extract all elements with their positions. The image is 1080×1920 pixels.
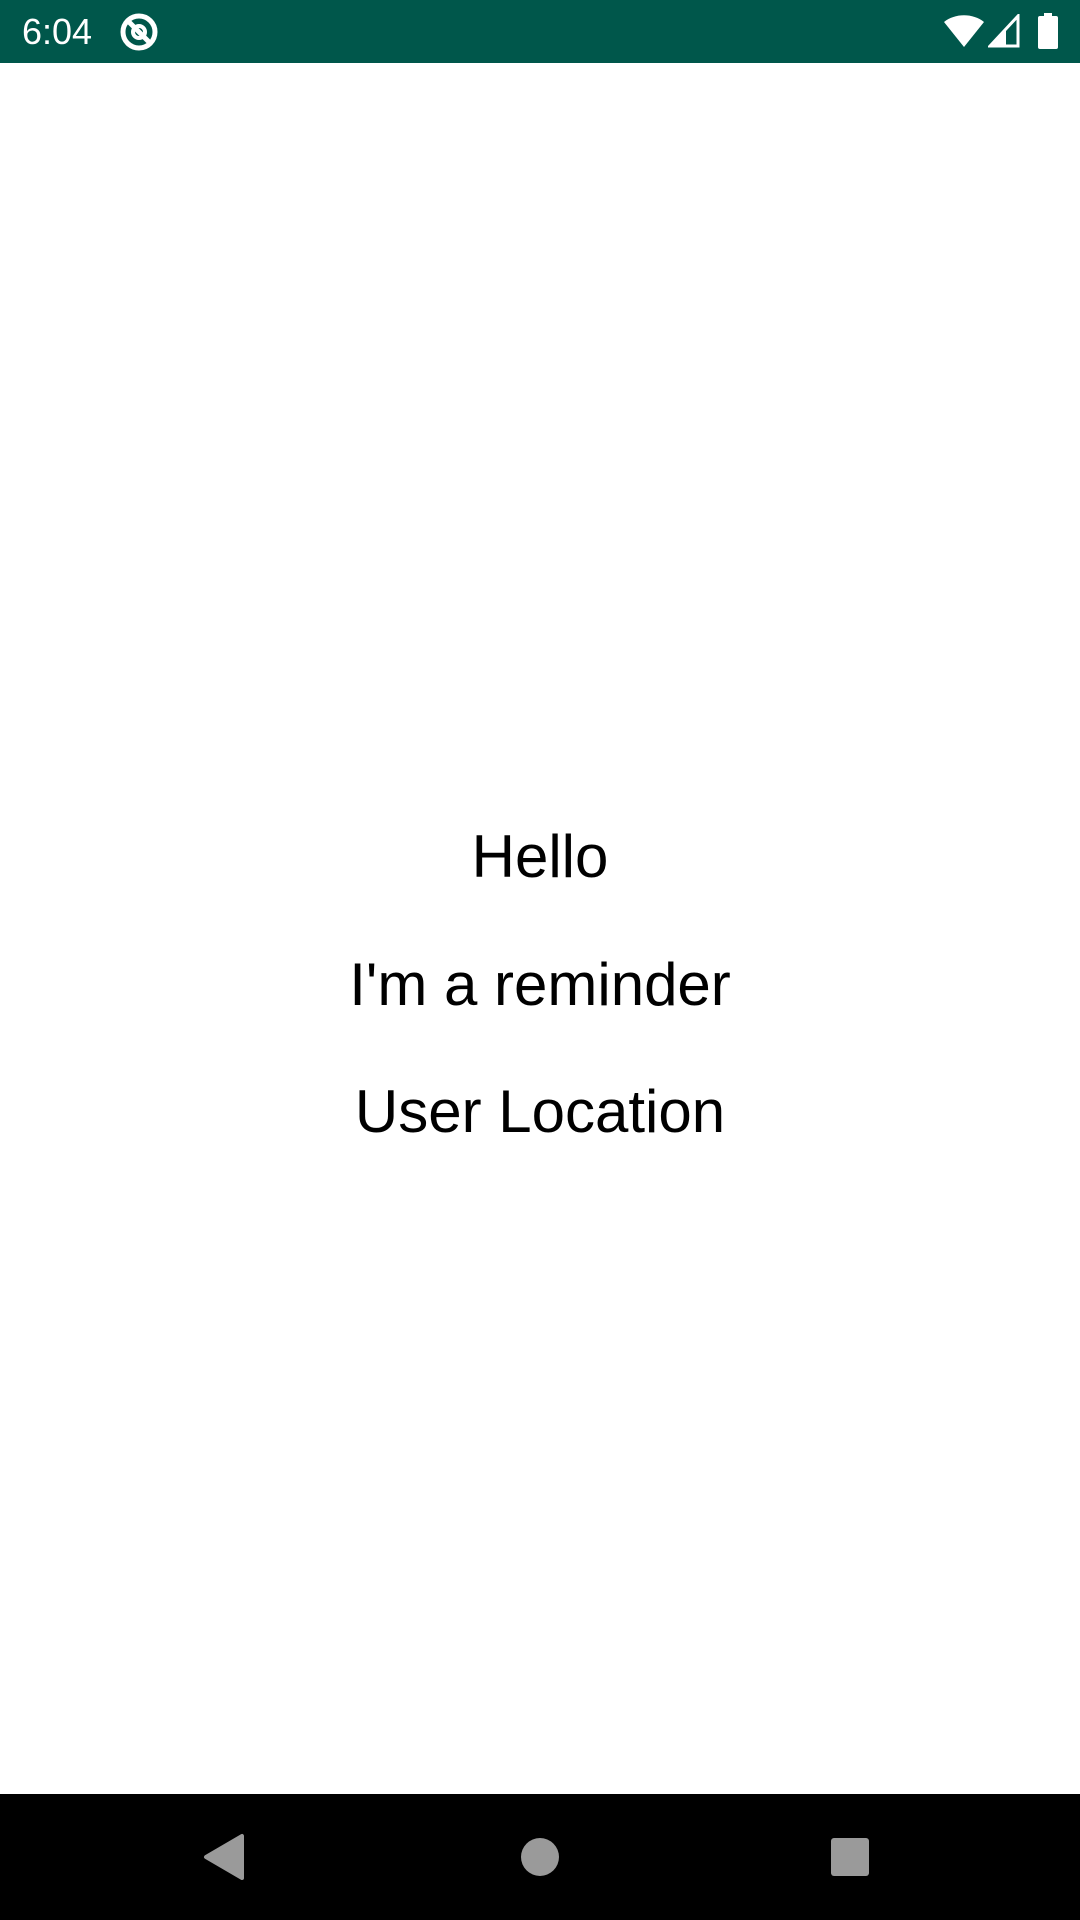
reminder-text: I'm a reminder	[349, 951, 731, 1018]
back-icon[interactable]	[190, 1822, 260, 1892]
wifi-icon	[944, 15, 984, 47]
navigation-bar	[0, 1794, 1080, 1920]
cell-signal-icon	[988, 14, 1020, 48]
notification-app-icon	[120, 13, 158, 51]
screen: 6:04 Hello I'm a reminder User Location	[0, 0, 1080, 1920]
status-time: 6:04	[22, 11, 93, 52]
home-icon[interactable]	[505, 1822, 575, 1892]
battery-icon	[1038, 13, 1058, 49]
status-bar: 6:04	[0, 0, 1080, 63]
hello-text: Hello	[471, 823, 609, 890]
main-content: Hello I'm a reminder User Location	[0, 63, 1080, 1794]
recents-icon[interactable]	[815, 1822, 885, 1892]
user-location-text: User Location	[354, 1078, 726, 1145]
